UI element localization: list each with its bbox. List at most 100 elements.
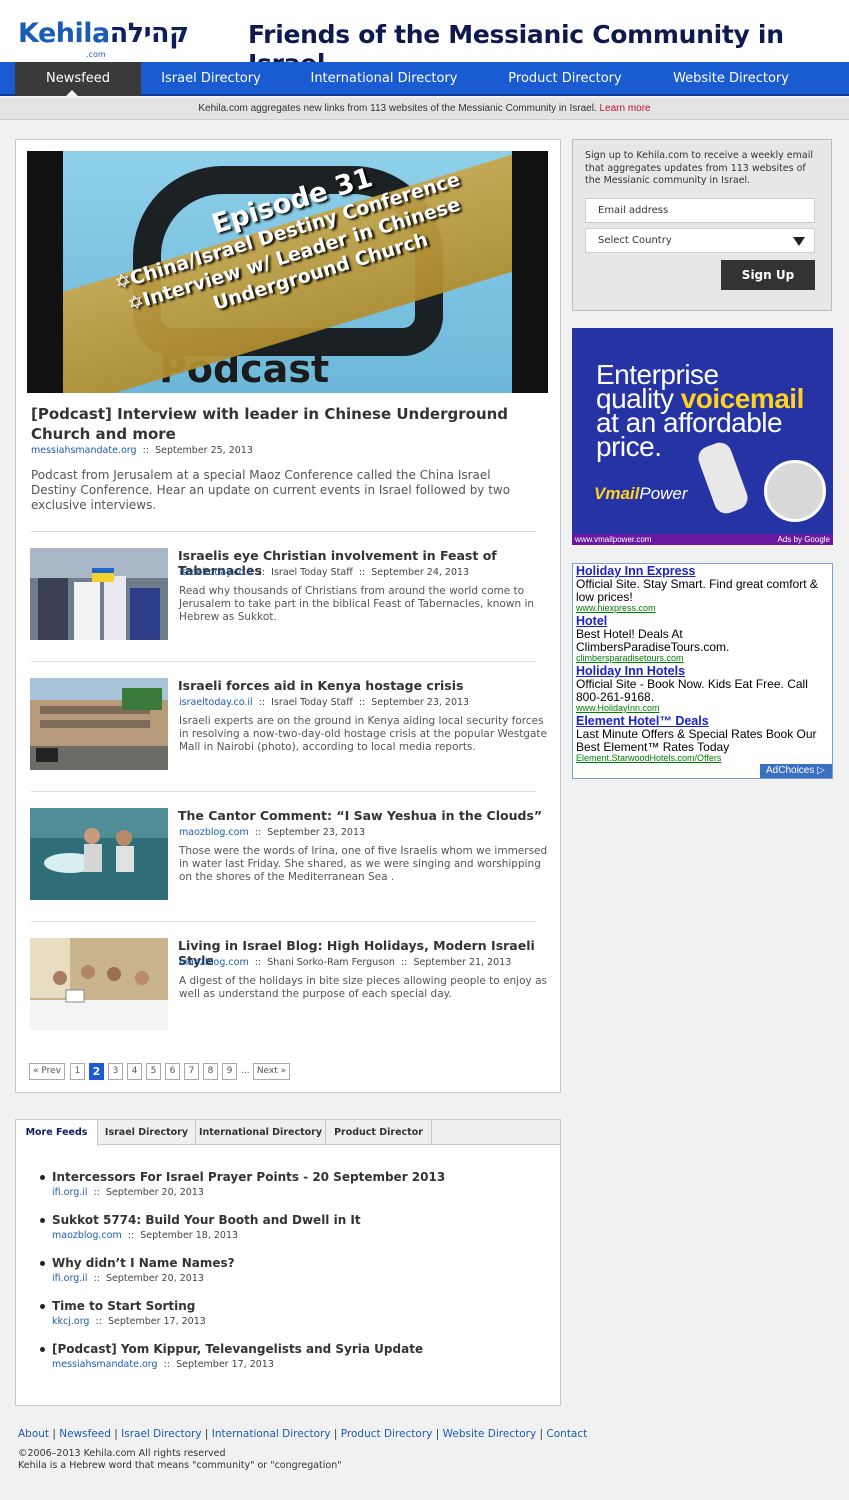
main-nav: Newsfeed Israel Directory International … [0, 62, 849, 96]
email-field[interactable]: Email address [585, 198, 815, 223]
text-ad[interactable]: Holiday Inn Express Official Site. Stay … [576, 565, 826, 614]
nav-israel-directory[interactable]: Israel Directory [141, 62, 281, 96]
page-6-button[interactable]: 6 [165, 1063, 180, 1080]
text-ad[interactable]: Element Hotel™ Deals Last Minute Offers … [576, 715, 826, 764]
newsfeed-panel: Podcast Episode 31 ✡China/Israel Destiny… [15, 139, 561, 1093]
footer-israel-directory-link[interactable]: Israel Directory [121, 1428, 201, 1440]
footer-contact-link[interactable]: Contact [546, 1428, 587, 1440]
footer-product-directory-link[interactable]: Product Directory [341, 1428, 433, 1440]
site-logo[interactable]: Kehilaקהילה [18, 18, 189, 49]
bullet-icon [40, 1347, 45, 1352]
newsletter-signup: Sign up to Kehila.com to receive a weekl… [572, 139, 832, 311]
lead-story-image[interactable]: Podcast Episode 31 ✡China/Israel Destiny… [27, 151, 548, 393]
feed-source-link[interactable]: messiahsmandate.org [52, 1359, 158, 1370]
feed-meta: ifi.org.il :: September 20, 2013 [52, 1273, 532, 1284]
page-9-button[interactable]: 9 [222, 1063, 237, 1080]
country-select-label: Select Country [598, 235, 672, 246]
feed-title[interactable]: Intercessors For Israel Prayer Points - … [52, 1170, 532, 1184]
phone-dial-icon [764, 460, 826, 522]
article-item: The Cantor Comment: “I Saw Yeshua in the… [30, 808, 550, 900]
feed-source-link[interactable]: ifi.org.il [52, 1187, 88, 1198]
next-page-button[interactable]: Next » [253, 1063, 290, 1080]
feed-item: Time to Start Sorting kkcj.org :: Septem… [40, 1299, 532, 1327]
page-7-button[interactable]: 7 [184, 1063, 199, 1080]
meta-separator: :: [127, 1230, 135, 1241]
text-ad-url[interactable]: www.HolidayInn.com [576, 703, 826, 714]
article-source-link[interactable]: maozblog.com [179, 827, 249, 838]
lead-story-title[interactable]: [Podcast] Interview with leader in Chine… [31, 404, 541, 444]
article-item: Israelis eye Christian involvement in Fe… [30, 548, 550, 640]
country-select[interactable]: Select Country [585, 228, 815, 253]
ad-footer: www.vmailpower.com Ads by Google [572, 534, 833, 545]
footer-about-link[interactable]: About [18, 1428, 49, 1440]
article-source-link[interactable]: israeltoday.co.il [179, 567, 253, 578]
page-8-button[interactable]: 8 [203, 1063, 218, 1080]
page-2-button[interactable]: 2 [89, 1063, 104, 1080]
tab-product-directory[interactable]: Product Director [326, 1120, 432, 1145]
feed-title[interactable]: Time to Start Sorting [52, 1299, 532, 1313]
lead-source-link[interactable]: messiahsmandate.org [31, 445, 137, 456]
footer-international-directory-link[interactable]: International Directory [212, 1428, 331, 1440]
meta-separator: :: [93, 1187, 100, 1198]
feed-title[interactable]: Why didn’t I Name Names? [52, 1256, 532, 1270]
learn-more-link[interactable]: Learn more [599, 103, 650, 114]
meta-separator: :: [93, 1273, 100, 1284]
feed-date: September 17, 2013 [107, 1316, 206, 1327]
feed-source-link[interactable]: maozblog.com [52, 1230, 122, 1241]
lead-story-meta: messiahsmandate.org :: September 25, 201… [31, 445, 253, 456]
page-4-button[interactable]: 4 [127, 1063, 142, 1080]
prev-page-button[interactable]: « Prev [29, 1063, 65, 1080]
nav-newsfeed[interactable]: Newsfeed [15, 62, 141, 96]
article-title[interactable]: The Cantor Comment: “I Saw Yeshua in the… [178, 808, 558, 823]
article-thumbnail[interactable] [30, 938, 168, 1030]
nav-international-directory[interactable]: International Directory [290, 62, 478, 96]
sign-up-button[interactable]: Sign Up [721, 260, 815, 290]
text-ad[interactable]: Hotel Best Hotel! Deals At ClimbersParad… [576, 615, 826, 664]
voicemail-banner-ad[interactable]: Enterprise quality voicemail at an affor… [572, 328, 833, 545]
text-ad-url[interactable]: Element.StarwoodHotels.com/Offers [576, 753, 826, 764]
adchoices-badge[interactable]: AdChoices ▷ [760, 764, 832, 778]
feed-meta: messiahsmandate.org :: September 17, 201… [52, 1359, 532, 1370]
feed-item: [Podcast] Yom Kippur, Televangelists and… [40, 1342, 532, 1370]
meta-separator: :: [254, 827, 262, 838]
article-thumbnail[interactable] [30, 548, 168, 640]
ads-by-google[interactable]: Ads by Google [778, 534, 830, 545]
ad-line-4: price. [596, 431, 662, 462]
ad-url[interactable]: www.vmailpower.com [575, 535, 651, 544]
tab-israel-directory[interactable]: Israel Directory [98, 1120, 196, 1145]
nav-product-directory[interactable]: Product Directory [490, 62, 640, 96]
page-1-button[interactable]: 1 [70, 1063, 85, 1080]
article-title[interactable]: Israeli forces aid in Kenya hostage cris… [178, 678, 558, 693]
feed-item: Why didn’t I Name Names? ifi.org.il :: S… [40, 1256, 532, 1284]
article-description: Israeli experts are on the ground in Ken… [179, 715, 547, 753]
article-author: Israel Today Staff [271, 567, 353, 578]
meta-separator: :: [95, 1316, 102, 1327]
text-ad[interactable]: Holiday Inn Hotels Official Site - Book … [576, 665, 826, 714]
text-ad-url[interactable]: climbersparadisetours.com [576, 653, 826, 664]
tab-international-directory[interactable]: International Directory [196, 1120, 326, 1145]
feed-date: September 17, 2013 [176, 1359, 274, 1370]
feed-title[interactable]: Sukkot 5774: Build Your Booth and Dwell … [52, 1213, 532, 1227]
logo-domain: .com [86, 50, 106, 59]
feed-date: September 20, 2013 [106, 1273, 204, 1284]
feed-source-link[interactable]: ifi.org.il [52, 1273, 88, 1284]
article-source-link[interactable]: israeltoday.co.il [179, 697, 253, 708]
nav-website-directory[interactable]: Website Directory [660, 62, 802, 96]
article-source-link[interactable]: maozblog.com [179, 957, 249, 968]
text-ad-url[interactable]: www.hiexpress.com [576, 603, 826, 614]
signup-description: Sign up to Kehila.com to receive a weekl… [585, 150, 813, 186]
article-meta: israeltoday.co.il :: Israel Today Staff … [179, 567, 469, 578]
page-3-button[interactable]: 3 [108, 1063, 123, 1080]
footer-newsfeed-link[interactable]: Newsfeed [59, 1428, 111, 1440]
feed-source-link[interactable]: kkcj.org [52, 1316, 89, 1327]
article-thumbnail[interactable] [30, 808, 168, 900]
article-thumbnail[interactable] [30, 678, 168, 770]
footer-website-directory-link[interactable]: Website Directory [443, 1428, 537, 1440]
ad-brand: VmailPower [594, 484, 688, 504]
footer-copyright: ©2006–2013 Kehila.com All rights reserve… [18, 1448, 342, 1472]
feed-title[interactable]: [Podcast] Yom Kippur, Televangelists and… [52, 1342, 532, 1356]
tab-more-feeds[interactable]: More Feeds [16, 1120, 98, 1146]
feeds-tabbar: More Feeds Israel Directory Internationa… [16, 1120, 560, 1146]
meta-separator: :: [258, 567, 266, 578]
page-5-button[interactable]: 5 [146, 1063, 161, 1080]
